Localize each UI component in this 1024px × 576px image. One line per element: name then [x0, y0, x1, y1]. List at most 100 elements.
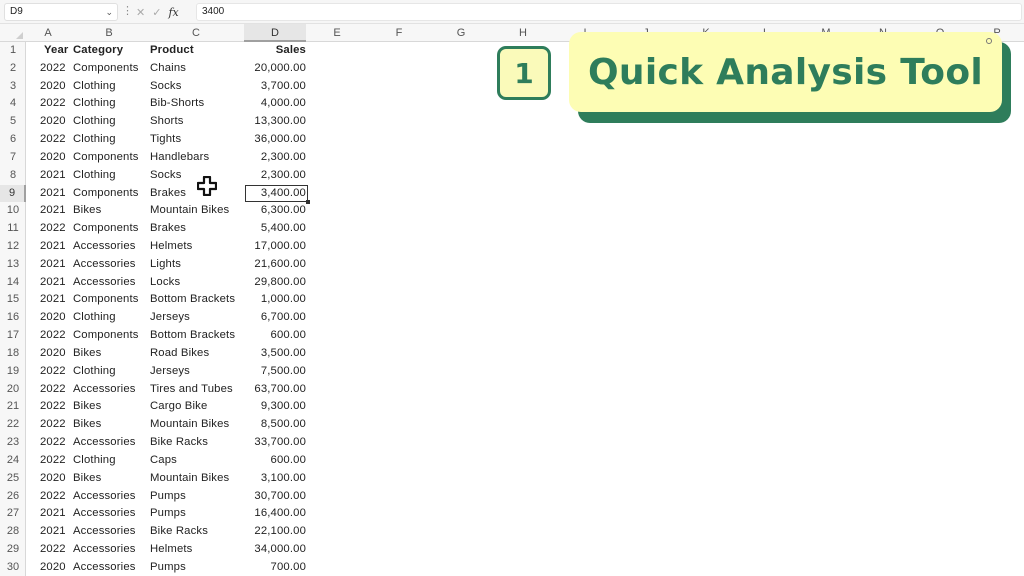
- row-header-4[interactable]: 4: [0, 95, 26, 113]
- cell-year[interactable]: 2021: [40, 291, 70, 309]
- cell-year[interactable]: 2022: [40, 434, 70, 452]
- cell-category[interactable]: Clothing: [73, 95, 145, 113]
- cell-year[interactable]: 2022: [40, 541, 70, 559]
- row-header-27[interactable]: 27: [0, 505, 26, 523]
- cell-year[interactable]: 2020: [40, 78, 70, 96]
- cell-year[interactable]: 2020: [40, 559, 70, 576]
- cell-year[interactable]: 2022: [40, 398, 70, 416]
- row-header-17[interactable]: 17: [0, 327, 26, 345]
- cell-sales[interactable]: 700.00: [246, 559, 306, 576]
- cell-product[interactable]: Mountain Bikes: [150, 416, 246, 434]
- cell-sales[interactable]: 21,600.00: [246, 256, 306, 274]
- cell-product[interactable]: Jerseys: [150, 309, 246, 327]
- header-cell-category[interactable]: Category: [73, 42, 145, 60]
- row-header-28[interactable]: 28: [0, 523, 26, 541]
- cell-sales[interactable]: 9,300.00: [246, 398, 306, 416]
- cell-category[interactable]: Clothing: [73, 363, 145, 381]
- cell-year[interactable]: 2022: [40, 327, 70, 345]
- row-header-11[interactable]: 11: [0, 220, 26, 238]
- row-header-26[interactable]: 26: [0, 488, 26, 506]
- cell-year[interactable]: 2022: [40, 363, 70, 381]
- cell-sales[interactable]: 33,700.00: [246, 434, 306, 452]
- cell-product[interactable]: Bottom Brackets: [150, 291, 246, 309]
- cell-sales[interactable]: 36,000.00: [246, 131, 306, 149]
- cancel-icon[interactable]: ✕: [136, 6, 145, 19]
- cell-category[interactable]: Accessories: [73, 274, 145, 292]
- cell-sales[interactable]: 34,000.00: [246, 541, 306, 559]
- cell-category[interactable]: Accessories: [73, 256, 145, 274]
- cell-year[interactable]: 2021: [40, 523, 70, 541]
- cell-product[interactable]: Pumps: [150, 505, 246, 523]
- cell-product[interactable]: Bike Racks: [150, 434, 246, 452]
- cell-sales[interactable]: 600.00: [246, 327, 306, 345]
- cell-category[interactable]: Components: [73, 220, 145, 238]
- cell-product[interactable]: Bike Racks: [150, 523, 246, 541]
- row-header-24[interactable]: 24: [0, 452, 26, 470]
- cell-product[interactable]: Brakes: [150, 220, 246, 238]
- cell-category[interactable]: Accessories: [73, 434, 145, 452]
- cell-product[interactable]: Helmets: [150, 541, 246, 559]
- select-all-button[interactable]: [0, 24, 26, 42]
- cell-sales[interactable]: 17,000.00: [246, 238, 306, 256]
- cell-category[interactable]: Accessories: [73, 488, 145, 506]
- header-cell-year[interactable]: Year: [44, 42, 74, 60]
- cell-category[interactable]: Accessories: [73, 559, 145, 576]
- row-header-2[interactable]: 2: [0, 60, 26, 78]
- header-cell-product[interactable]: Product: [150, 42, 246, 60]
- cell-category[interactable]: Components: [73, 291, 145, 309]
- cell-category[interactable]: Accessories: [73, 541, 145, 559]
- row-header-9[interactable]: 9: [0, 184, 26, 203]
- cell-year[interactable]: 2022: [40, 60, 70, 78]
- cell-category[interactable]: Components: [73, 185, 145, 203]
- chevron-down-icon[interactable]: ⌄: [105, 4, 113, 20]
- cell-product[interactable]: Mountain Bikes: [150, 202, 246, 220]
- cell-sales[interactable]: 2,300.00: [246, 167, 306, 185]
- cell-year[interactable]: 2022: [40, 381, 70, 399]
- cell-year[interactable]: 2022: [40, 95, 70, 113]
- cell-sales[interactable]: 3,500.00: [246, 345, 306, 363]
- cell-product[interactable]: Cargo Bike: [150, 398, 246, 416]
- name-box[interactable]: D9 ⌄: [4, 3, 118, 21]
- cell-year[interactable]: 2022: [40, 488, 70, 506]
- cell-product[interactable]: Lights: [150, 256, 246, 274]
- column-header-h[interactable]: H: [492, 24, 554, 42]
- cell-year[interactable]: 2022: [40, 416, 70, 434]
- formula-input[interactable]: 3400: [196, 3, 1022, 21]
- cell-category[interactable]: Bikes: [73, 470, 145, 488]
- cell-year[interactable]: 2021: [40, 202, 70, 220]
- cell-year[interactable]: 2021: [40, 274, 70, 292]
- cell-category[interactable]: Accessories: [73, 238, 145, 256]
- cell-sales[interactable]: 6,700.00: [246, 309, 306, 327]
- row-header-13[interactable]: 13: [0, 256, 26, 274]
- cell-product[interactable]: Bib-Shorts: [150, 95, 246, 113]
- cell-product[interactable]: Locks: [150, 274, 246, 292]
- insert-function-icon[interactable]: fx: [168, 6, 178, 19]
- column-header-d[interactable]: D: [244, 24, 306, 42]
- cell-sales[interactable]: 22,100.00: [246, 523, 306, 541]
- cell-sales[interactable]: 7,500.00: [246, 363, 306, 381]
- cell-product[interactable]: Road Bikes: [150, 345, 246, 363]
- cell-year[interactable]: 2022: [40, 131, 70, 149]
- cell-category[interactable]: Components: [73, 60, 145, 78]
- cell-year[interactable]: 2021: [40, 256, 70, 274]
- cell-product[interactable]: Helmets: [150, 238, 246, 256]
- cell-sales[interactable]: 2,300.00: [246, 149, 306, 167]
- column-header-a[interactable]: A: [32, 24, 64, 42]
- cell-year[interactable]: 2020: [40, 345, 70, 363]
- cell-category[interactable]: Clothing: [73, 167, 145, 185]
- cell-product[interactable]: Tights: [150, 131, 246, 149]
- row-header-25[interactable]: 25: [0, 470, 26, 488]
- cell-category[interactable]: Clothing: [73, 78, 145, 96]
- cell-sales[interactable]: 30,700.00: [246, 488, 306, 506]
- cell-sales[interactable]: 4,000.00: [246, 95, 306, 113]
- row-header-12[interactable]: 12: [0, 238, 26, 256]
- row-header-16[interactable]: 16: [0, 309, 26, 327]
- cell-sales[interactable]: 3,700.00: [246, 78, 306, 96]
- cell-year[interactable]: 2021: [40, 238, 70, 256]
- row-header-23[interactable]: 23: [0, 434, 26, 452]
- row-header-22[interactable]: 22: [0, 416, 26, 434]
- row-header-1[interactable]: 1: [0, 42, 26, 60]
- cell-category[interactable]: Bikes: [73, 416, 145, 434]
- cell-category[interactable]: Accessories: [73, 381, 145, 399]
- cell-sales[interactable]: 8,500.00: [246, 416, 306, 434]
